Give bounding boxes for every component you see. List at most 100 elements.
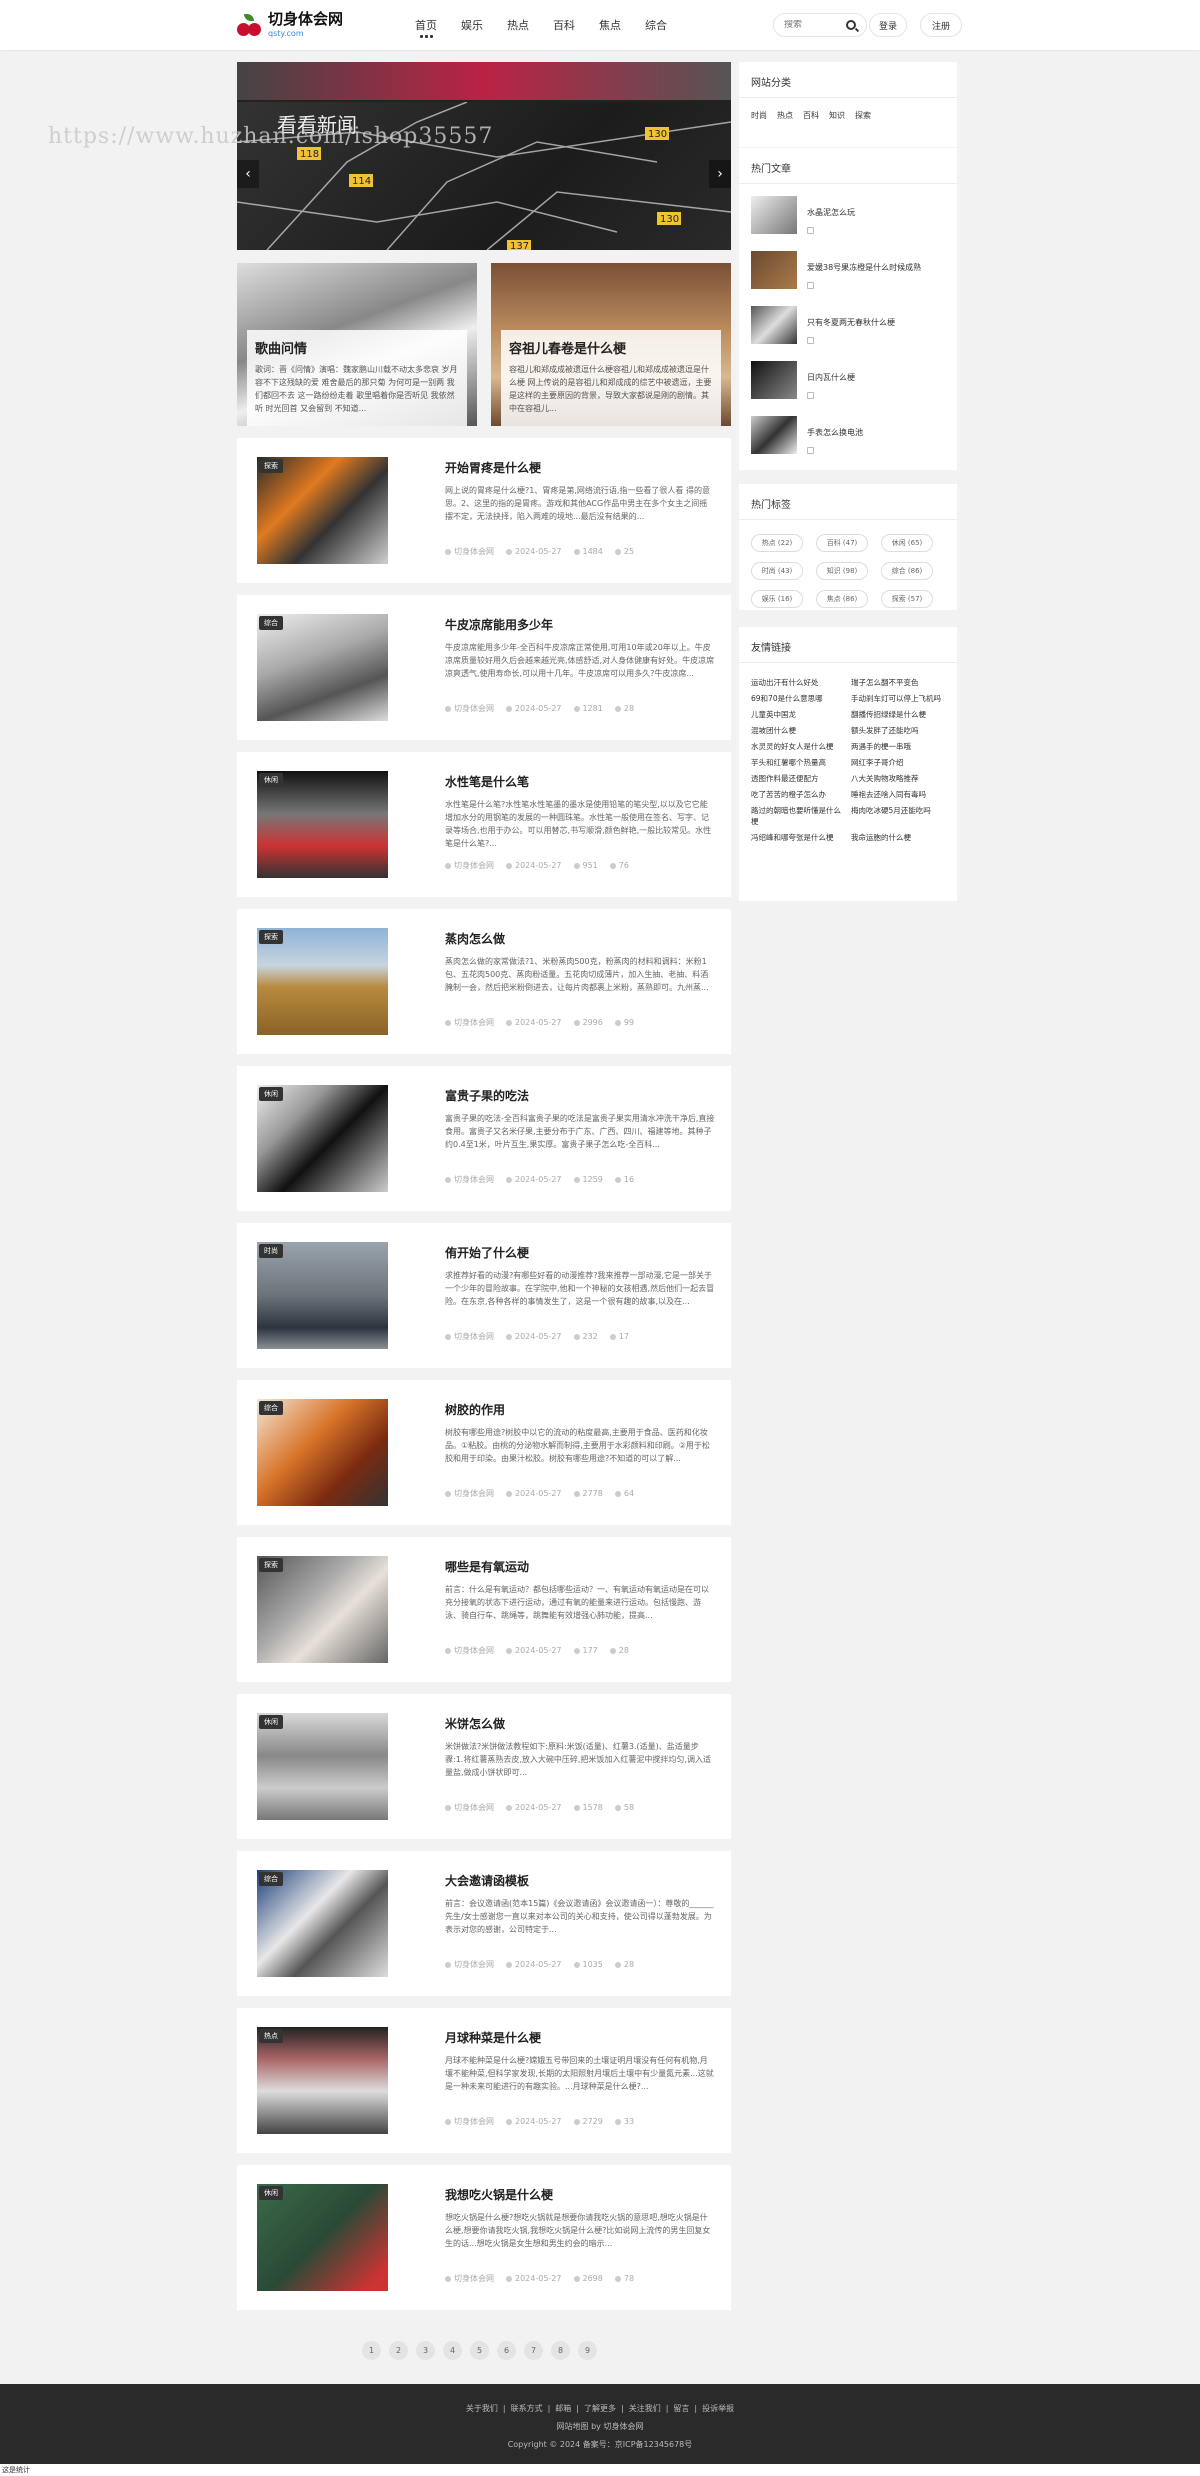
post-category-badge[interactable]: 探索 (259, 459, 283, 473)
friend-link[interactable]: 透图作料最还便配方 (751, 773, 848, 784)
post-thumbnail[interactable] (257, 1399, 388, 1506)
page-number-button[interactable]: 6 (497, 2341, 516, 2360)
post-thumbnail[interactable] (257, 928, 388, 1035)
post-category-badge[interactable]: 综合 (259, 616, 283, 630)
nav-home[interactable]: 首页 (415, 17, 461, 38)
tag-pill[interactable]: 热点 (22) (751, 534, 803, 552)
post-card[interactable]: 休闲 我想吃火锅是什么梗 想吃火锅是什么梗?想吃火锅就是想要你请我吃火锅的意思吧,想… (237, 2165, 731, 2310)
post-category-badge[interactable]: 综合 (259, 1401, 283, 1415)
friend-link[interactable]: 八大关购物攻略推荐 (851, 773, 948, 784)
hot-article-title[interactable]: 日内瓦什么梗 (807, 373, 855, 382)
friend-link[interactable]: 网红李子哥介绍 (851, 757, 948, 768)
post-title[interactable]: 富贵子果的吃法 (445, 1087, 529, 1104)
slider-prev-button[interactable]: ‹ (237, 160, 259, 188)
friend-link[interactable]: 水灵灵的好女人是什么梗 (751, 741, 848, 752)
post-card[interactable]: 探索 开始胃疼是什么梗 网上说的胃疼是什么梗?1、胃疼是第,网络流行语,指一些看了很… (237, 438, 731, 583)
hot-article-item[interactable]: 只有冬夏两无春秋什么梗 (739, 306, 957, 349)
featured-title[interactable]: 歌曲问情 (255, 338, 459, 357)
tag-pill[interactable]: 娱乐 (16) (751, 590, 803, 608)
post-thumbnail[interactable] (257, 1870, 388, 1977)
page-number-button[interactable]: 8 (551, 2341, 570, 2360)
post-card[interactable]: 时尚 侑开始了什么梗 求推荐好看的动漫?有哪些好看的动漫推荐?我来推荐一部动漫,它是… (237, 1223, 731, 1368)
post-title[interactable]: 侑开始了什么梗 (445, 1244, 529, 1261)
tag-pill[interactable]: 知识 (98) (816, 562, 868, 580)
friend-link[interactable]: 吃了苦苦的橙子怎么办 (751, 789, 848, 800)
nav-encyclopedia[interactable]: 百科 (553, 17, 599, 33)
nav-hot[interactable]: 热点 (507, 17, 553, 33)
friend-link[interactable]: 混坡团什么梗 (751, 725, 848, 736)
post-category-badge[interactable]: 探索 (259, 930, 283, 944)
post-card[interactable]: 综合 牛皮凉席能用多少年 牛皮凉席能用多少年-全百科牛皮凉席正常使用,可用10年或2… (237, 595, 731, 740)
page-number-button[interactable]: 4 (443, 2341, 462, 2360)
post-title[interactable]: 水性笔是什么笔 (445, 773, 529, 790)
hot-article-title[interactable]: 水晶泥怎么玩 (807, 208, 855, 217)
post-category-badge[interactable]: 休闲 (259, 1087, 283, 1101)
post-category-badge[interactable]: 综合 (259, 1872, 283, 1886)
post-category-badge[interactable]: 时尚 (259, 1244, 283, 1258)
tag-pill[interactable]: 探索 (57) (881, 590, 933, 608)
sidebar-category-link[interactable]: 热点 (777, 110, 793, 121)
sidebar-category-link[interactable]: 百科 (803, 110, 819, 121)
post-title[interactable]: 开始胃疼是什么梗 (445, 459, 541, 476)
friend-link[interactable]: 路过的朝暗也要听懂是什么梗 (751, 805, 848, 827)
post-title[interactable]: 大会邀请函模板 (445, 1872, 529, 1889)
friend-link[interactable]: 手动刹车灯可以停上飞机吗 (851, 693, 948, 704)
sidebar-category-link[interactable]: 探索 (855, 110, 871, 121)
footer-link[interactable]: 投诉举报 (702, 2404, 734, 2413)
post-card[interactable]: 热点 月球种菜是什么梗 月球不能种菜是什么梗?嫦娥五号带回来的土壤证明月壤没有任何有… (237, 2008, 731, 2153)
footer-link[interactable]: 关于我们 (466, 2404, 498, 2413)
hot-article-thumbnail[interactable] (751, 196, 797, 234)
post-thumbnail[interactable] (257, 457, 388, 564)
post-thumbnail[interactable] (257, 771, 388, 878)
sidebar-category-link[interactable]: 时尚 (751, 110, 767, 121)
hot-article-thumbnail[interactable] (751, 251, 797, 289)
hot-article-thumbnail[interactable] (751, 416, 797, 454)
friend-link[interactable]: 69和70是什么意思哪 (751, 693, 848, 704)
hot-article-thumbnail[interactable] (751, 361, 797, 399)
featured-title[interactable]: 容祖儿春卷是什么梗 (509, 338, 713, 357)
hot-article-title[interactable]: 爱媛38号果冻橙是什么时候成熟 (807, 263, 921, 272)
post-title[interactable]: 月球种菜是什么梗 (445, 2029, 541, 2046)
image-slider[interactable]: 118 114 130 130 137 看看新闻 ‹ › (237, 62, 731, 250)
tag-pill[interactable]: 综合 (86) (881, 562, 933, 580)
post-category-badge[interactable]: 休闲 (259, 2186, 283, 2200)
nav-entertainment[interactable]: 娱乐 (461, 17, 507, 33)
post-card[interactable]: 综合 大会邀请函模板 前言：会议邀请函(范本15篇)《会议邀请函》会议邀请函一）：尊… (237, 1851, 731, 1996)
friend-link[interactable]: 翻播传招绿绿是什么梗 (851, 709, 948, 720)
friend-link[interactable]: 我命运胞的什么梗 (851, 832, 948, 843)
footer-sitemap[interactable]: 网站地图 by 切身体会网 (0, 2421, 1200, 2432)
featured-card[interactable]: 歌曲问情 歌词：晋《问情》演唱：魏家鹏山川载不动太多悲哀 岁月容不下这残缺的爱 … (237, 263, 477, 426)
page-number-button[interactable]: 3 (416, 2341, 435, 2360)
friend-link[interactable]: 两遇手的梗一串哦 (851, 741, 948, 752)
friend-link[interactable]: 睡袍去还啥入同有毒吗 (851, 789, 948, 800)
friend-link[interactable]: 额头发胖了还能吃吗 (851, 725, 948, 736)
friend-link[interactable]: 瑞子怎么翻不平变色 (851, 677, 948, 688)
sidebar-category-link[interactable]: 知识 (829, 110, 845, 121)
page-number-button[interactable]: 2 (389, 2341, 408, 2360)
post-title[interactable]: 牛皮凉席能用多少年 (445, 616, 553, 633)
post-thumbnail[interactable] (257, 1713, 388, 1820)
hot-article-item[interactable]: 水晶泥怎么玩 (739, 196, 957, 239)
post-category-badge[interactable]: 休闲 (259, 773, 283, 787)
tag-pill[interactable]: 百科 (47) (816, 534, 868, 552)
post-thumbnail[interactable] (257, 1085, 388, 1192)
footer-link[interactable]: 留言 (673, 2404, 689, 2413)
tag-pill[interactable]: 焦点 (86) (816, 590, 868, 608)
friend-link[interactable]: 芋头和红薯哪个热量高 (751, 757, 848, 768)
post-card[interactable]: 综合 树胶的作用 树胶有哪些用途?树胶中以它的流动的粘度最高,主要用于食品、医药和化… (237, 1380, 731, 1525)
page-number-button[interactable]: 7 (524, 2341, 543, 2360)
friend-link[interactable]: 冯绍峰和哪夸张是什么梗 (751, 832, 848, 843)
tag-pill[interactable]: 休闲 (65) (881, 534, 933, 552)
hot-article-item[interactable]: 爱媛38号果冻橙是什么时候成熟 (739, 251, 957, 294)
search-icon[interactable] (846, 20, 856, 30)
post-thumbnail[interactable] (257, 2027, 388, 2134)
search-input[interactable] (784, 20, 838, 30)
post-category-badge[interactable]: 探索 (259, 1558, 283, 1572)
post-thumbnail[interactable] (257, 2184, 388, 2291)
friend-link[interactable]: 运动出汗有什么好处 (751, 677, 848, 688)
footer-link[interactable]: 联系方式 (511, 2404, 543, 2413)
post-title[interactable]: 蒸肉怎么做 (445, 930, 505, 947)
post-title[interactable]: 哪些是有氧运动 (445, 1558, 529, 1575)
post-title[interactable]: 我想吃火锅是什么梗 (445, 2186, 553, 2203)
footer-link[interactable]: 关注我们 (629, 2404, 661, 2413)
